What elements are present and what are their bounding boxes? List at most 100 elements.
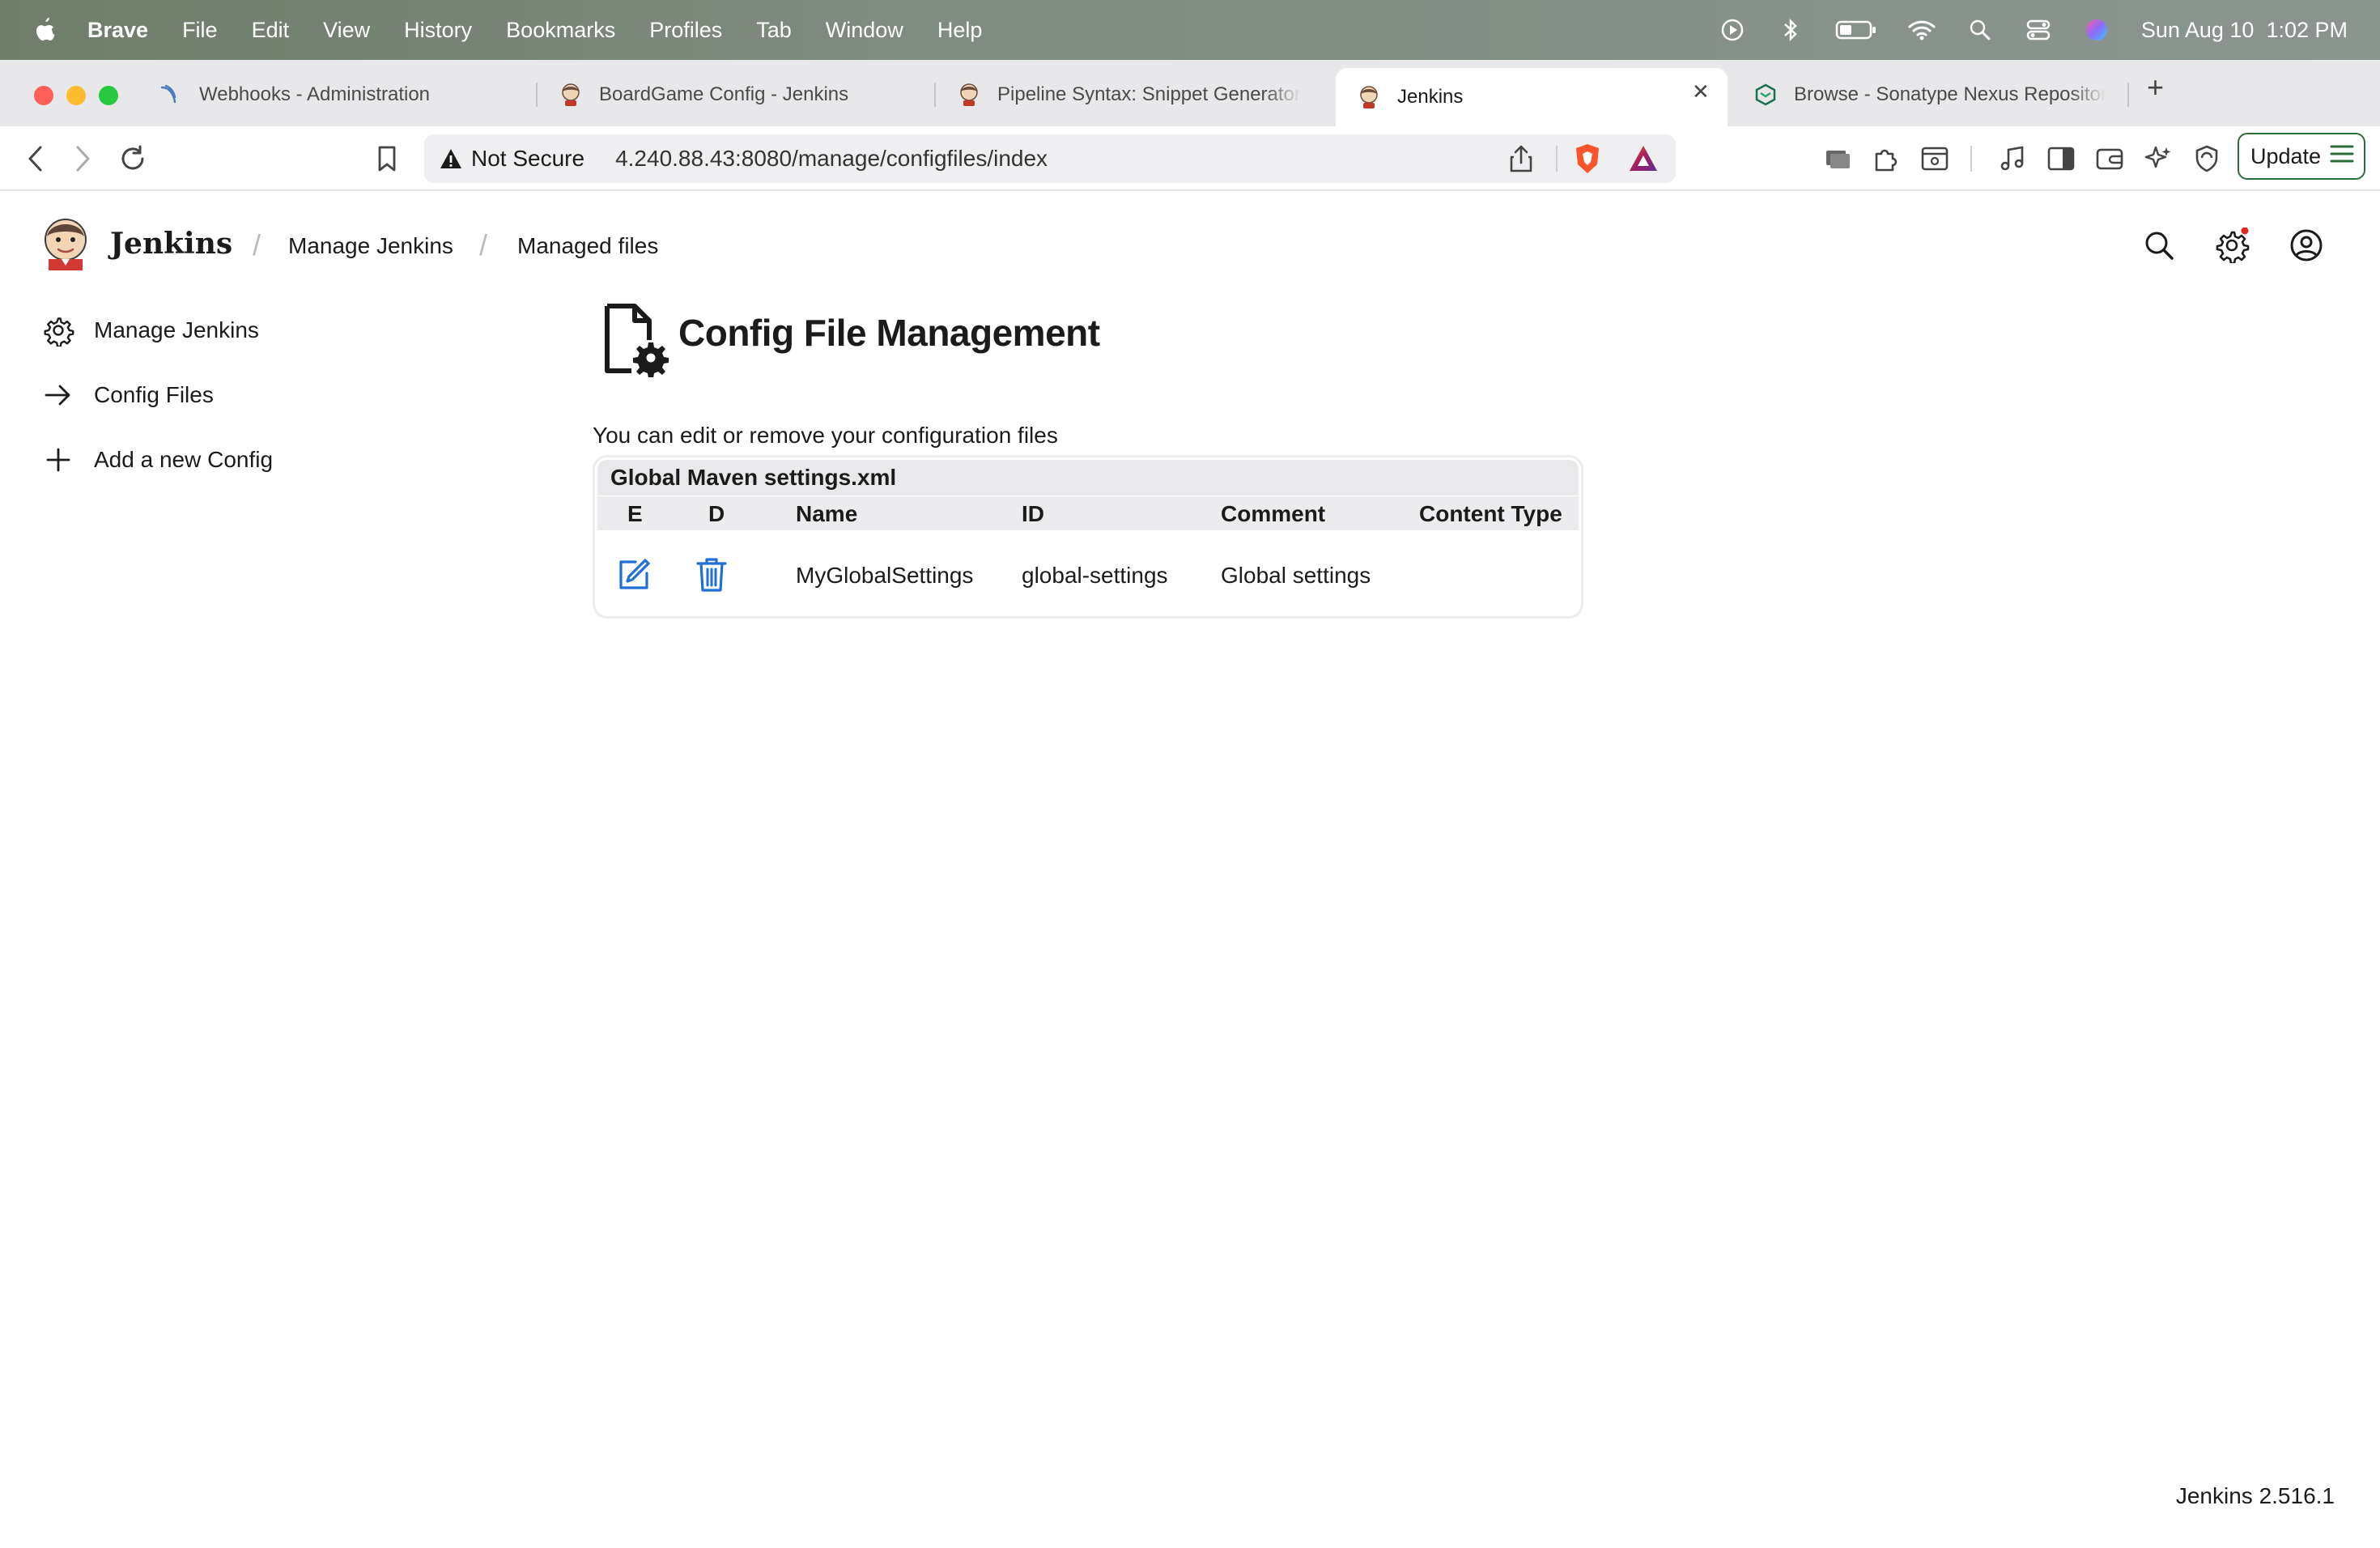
- reload-icon[interactable]: [117, 142, 149, 175]
- webhook-icon: [157, 81, 185, 108]
- menu-history[interactable]: History: [404, 18, 472, 43]
- update-button[interactable]: Update: [2238, 133, 2365, 180]
- brave-shields-icon[interactable]: [1572, 142, 1604, 175]
- tab-pipeline-syntax[interactable]: Pipeline Syntax: Snippet Generator: [955, 70, 1311, 120]
- sidebar-item-label: Manage Jenkins: [94, 317, 259, 342]
- menu-edit[interactable]: Edit: [252, 18, 290, 43]
- jenkins-icon: [1355, 83, 1383, 111]
- search-icon[interactable]: [2139, 225, 2179, 266]
- breadcrumb-managed-files[interactable]: Managed files: [517, 233, 658, 259]
- sidebar-item-manage-jenkins[interactable]: Manage Jenkins: [42, 310, 259, 351]
- sidebar-item-label: Config Files: [94, 382, 214, 407]
- tab-divider: [934, 83, 936, 107]
- url-text[interactable]: 4.240.88.43:8080/manage/configfiles/inde…: [615, 146, 1048, 172]
- menu-tab[interactable]: Tab: [756, 18, 792, 43]
- music-icon[interactable]: [1996, 142, 2029, 175]
- bluetooth-icon[interactable]: [1777, 16, 1804, 44]
- page-title: Config File Management: [678, 312, 1100, 354]
- menubar-status-area: Sun Aug 10 1:02 PM: [1719, 0, 2348, 60]
- sidebar-item-config-files[interactable]: Config Files: [42, 375, 214, 415]
- intro-text: You can edit or remove your configuratio…: [593, 423, 1058, 448]
- tab-boardgame-config[interactable]: BoardGame Config - Jenkins: [557, 70, 929, 120]
- minimize-window-button[interactable]: [66, 86, 86, 105]
- close-tab-icon[interactable]: ✕: [1692, 79, 1710, 104]
- bookmark-icon[interactable]: [371, 142, 403, 175]
- control-center-icon[interactable]: [2025, 16, 2052, 44]
- jenkins-icon: [557, 81, 584, 108]
- security-status[interactable]: Not Secure: [471, 146, 584, 172]
- menubar-clock[interactable]: Sun Aug 10 1:02 PM: [2141, 18, 2348, 43]
- column-header-id: ID: [1022, 501, 1044, 526]
- menu-profiles[interactable]: Profiles: [649, 18, 722, 43]
- sidebar-toggle-icon[interactable]: [2045, 142, 2077, 175]
- jenkins-icon: [955, 81, 983, 108]
- wifi-icon[interactable]: [1908, 16, 1936, 44]
- nexus-icon: [1752, 81, 1779, 108]
- spotlight-search-icon[interactable]: [1966, 16, 1994, 44]
- menu-window[interactable]: Window: [826, 18, 903, 43]
- tab-label: Pipeline Syntax: Snippet Generator: [997, 83, 1301, 105]
- menu-help[interactable]: Help: [937, 18, 983, 43]
- arrow-right-icon: [42, 379, 74, 411]
- leo-ai-icon[interactable]: [2142, 142, 2174, 175]
- edit-icon[interactable]: [614, 555, 653, 595]
- browser-toolbar: Not Secure 4.240.88.43:8080/manage/confi…: [0, 126, 2380, 191]
- menu-app-name[interactable]: Brave: [87, 18, 148, 43]
- breadcrumb-manage-jenkins[interactable]: Manage Jenkins: [288, 233, 453, 259]
- menu-file[interactable]: File: [182, 18, 218, 43]
- play-icon[interactable]: [1719, 16, 1746, 44]
- jenkins-version[interactable]: Jenkins 2.516.1: [2176, 1483, 2335, 1509]
- settings-gear-icon[interactable]: [2212, 225, 2252, 266]
- wallet-icon[interactable]: [2093, 142, 2126, 175]
- apple-icon[interactable]: [32, 16, 57, 44]
- menu-bookmarks[interactable]: Bookmarks: [506, 18, 615, 43]
- column-header-name: Name: [796, 501, 858, 526]
- reader-mode-icon[interactable]: [1919, 142, 1951, 175]
- warning-icon[interactable]: [439, 147, 463, 171]
- forward-icon[interactable]: [66, 142, 99, 175]
- column-header-content-type: Content Type: [1419, 501, 1562, 526]
- table-section-title: Global Maven settings.xml: [597, 460, 1579, 495]
- toolbar-divider: [1970, 146, 1972, 172]
- tab-nexus[interactable]: Browse - Sonatype Nexus Repository: [1752, 70, 2108, 120]
- plus-icon: [42, 444, 74, 476]
- address-bar[interactable]: Not Secure 4.240.88.43:8080/manage/confi…: [424, 134, 1676, 183]
- tab-label: Jenkins: [1397, 86, 1464, 108]
- column-header-edit: E: [627, 501, 643, 526]
- media-icon[interactable]: [1821, 142, 1854, 175]
- sidebar-item-add-new-config[interactable]: Add a new Config: [42, 440, 273, 480]
- jenkins-logo-icon[interactable]: [42, 215, 89, 274]
- jenkins-brand[interactable]: Jenkins: [110, 227, 232, 261]
- battery-icon[interactable]: [1835, 16, 1877, 44]
- user-account-icon[interactable]: [2286, 225, 2327, 266]
- sidebar-item-label: Add a new Config: [94, 447, 274, 472]
- extensions-icon[interactable]: [1870, 142, 1902, 175]
- url-divider: [1556, 146, 1558, 172]
- gear-icon: [42, 314, 74, 347]
- tab-label: Webhooks - Administration: [199, 83, 431, 105]
- column-header-delete: D: [708, 501, 725, 526]
- siri-icon[interactable]: [2083, 16, 2110, 44]
- close-window-button[interactable]: [34, 86, 53, 105]
- tab-jenkins-active[interactable]: Jenkins: [1336, 68, 1728, 126]
- tab-divider: [2127, 83, 2129, 107]
- browser-tab-strip: Webhooks - Administration BoardGame Conf…: [0, 60, 2380, 126]
- new-tab-button[interactable]: +: [2147, 73, 2164, 102]
- update-label: Update: [2250, 143, 2322, 168]
- hamburger-menu-icon: [2329, 142, 2355, 171]
- menu-view[interactable]: View: [323, 18, 370, 43]
- macos-menubar: Brave File Edit View History Bookmarks P…: [0, 0, 2380, 60]
- back-icon[interactable]: [19, 142, 52, 175]
- row-comment: Global settings: [1221, 563, 1371, 588]
- tab-label: Browse - Sonatype Nexus Repository: [1794, 83, 2106, 105]
- breadcrumb-separator: /: [253, 228, 261, 262]
- column-header-comment: Comment: [1221, 501, 1326, 526]
- share-icon[interactable]: [1507, 144, 1536, 173]
- delete-trash-icon[interactable]: [692, 555, 731, 595]
- config-files-table: Global Maven settings.xml E D Name ID Co…: [593, 455, 1583, 619]
- zoom-window-button[interactable]: [99, 86, 118, 105]
- vpn-shield-icon[interactable]: [2191, 142, 2223, 175]
- row-name: MyGlobalSettings: [796, 563, 974, 588]
- brave-rewards-icon[interactable]: [1627, 142, 1660, 175]
- tab-webhooks[interactable]: Webhooks - Administration: [157, 70, 529, 120]
